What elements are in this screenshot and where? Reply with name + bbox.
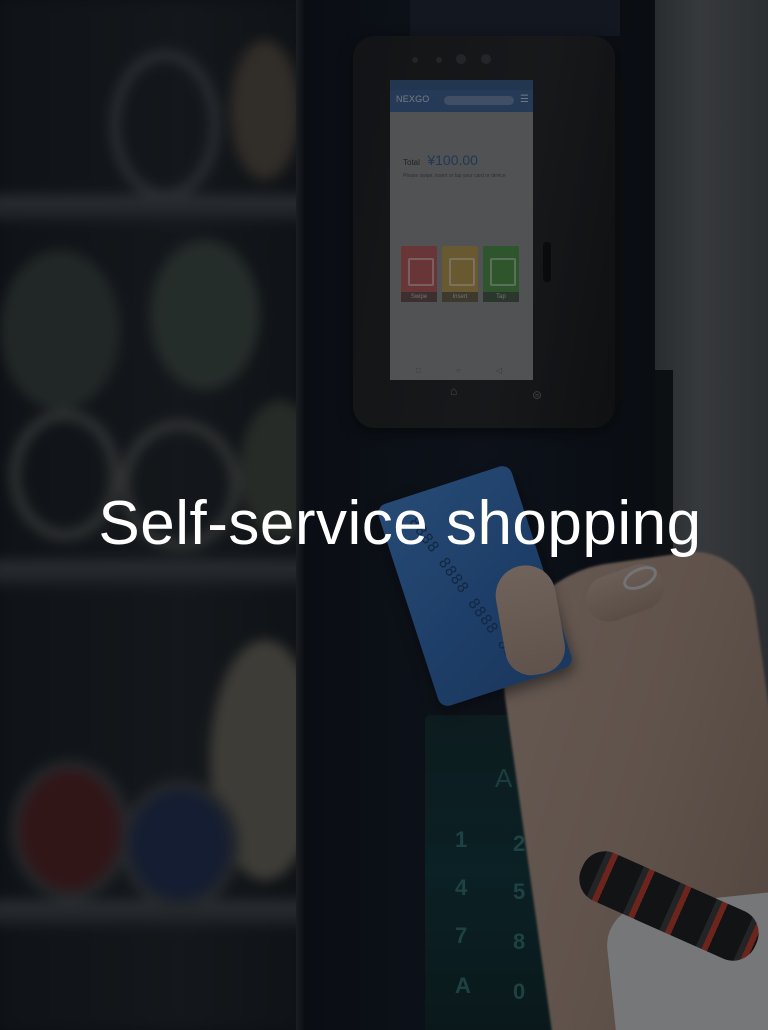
- hero-banner: A 1 2 4 5 7 8 9 A 0 NEXGO ☰ Total ¥100.0…: [0, 0, 768, 1030]
- headline: Self-service shopping: [98, 489, 702, 558]
